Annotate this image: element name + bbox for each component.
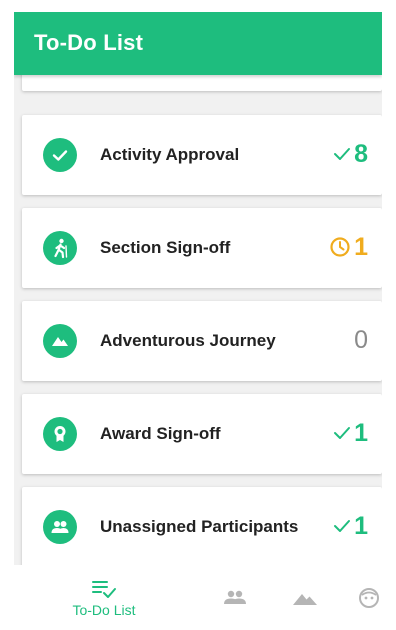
group-icon <box>224 590 246 604</box>
check-circle-icon <box>43 138 77 172</box>
group-icon <box>43 510 77 544</box>
todo-item-section-sign-off[interactable]: Section Sign-off 1 <box>22 208 382 288</box>
mountain-icon <box>293 593 317 605</box>
item-label: Section Sign-off <box>100 238 231 257</box>
app-window: To-Do List Activity Approval 8 Section S… <box>14 12 382 630</box>
checklist-icon <box>92 580 116 598</box>
bottom-navigation: To-Do List <box>14 565 382 630</box>
nav-tab-profile[interactable] <box>349 565 382 630</box>
item-count-value: 1 <box>354 233 368 261</box>
todo-item-activity-approval[interactable]: Activity Approval 8 <box>22 115 382 195</box>
item-label: Unassigned Participants <box>100 517 299 536</box>
nav-tab-participants[interactable] <box>210 565 260 630</box>
award-ribbon-icon <box>43 417 77 451</box>
item-count: 8 <box>333 138 368 170</box>
todo-item-adventurous-journey[interactable]: Adventurous Journey 0 <box>22 301 382 381</box>
item-count-value: 8 <box>354 140 368 168</box>
app-header: To-Do List <box>14 12 382 75</box>
item-count-value: 1 <box>354 512 368 540</box>
nav-label-to-do-list: To-Do List <box>72 601 136 618</box>
item-count-value: 0 <box>354 326 368 354</box>
item-count: 1 <box>333 510 368 542</box>
item-label: Award Sign-off <box>100 424 221 443</box>
mountain-icon <box>43 324 77 358</box>
face-icon <box>359 587 379 608</box>
item-count: 1 <box>333 417 368 449</box>
item-label: Activity Approval <box>100 145 240 164</box>
todo-item-unassigned-participants[interactable]: Unassigned Participants 1 <box>22 487 382 567</box>
page-title: To-Do List <box>34 30 144 55</box>
todo-list: Activity Approval 8 Section Sign-off 1 A… <box>14 61 382 567</box>
nav-tab-to-do-list[interactable]: To-Do List <box>61 565 147 630</box>
clock-icon <box>330 237 350 257</box>
todo-item-award-sign-off[interactable]: Award Sign-off 1 <box>22 394 382 474</box>
item-count: 0 <box>354 324 368 356</box>
check-icon <box>334 427 351 439</box>
item-count-value: 1 <box>354 419 368 447</box>
check-icon <box>334 520 351 532</box>
nav-tab-adventurous-journey[interactable] <box>280 565 330 630</box>
item-count: 1 <box>329 231 368 263</box>
hiker-icon <box>43 231 77 265</box>
item-label: Adventurous Journey <box>100 331 276 350</box>
check-icon <box>334 148 351 160</box>
